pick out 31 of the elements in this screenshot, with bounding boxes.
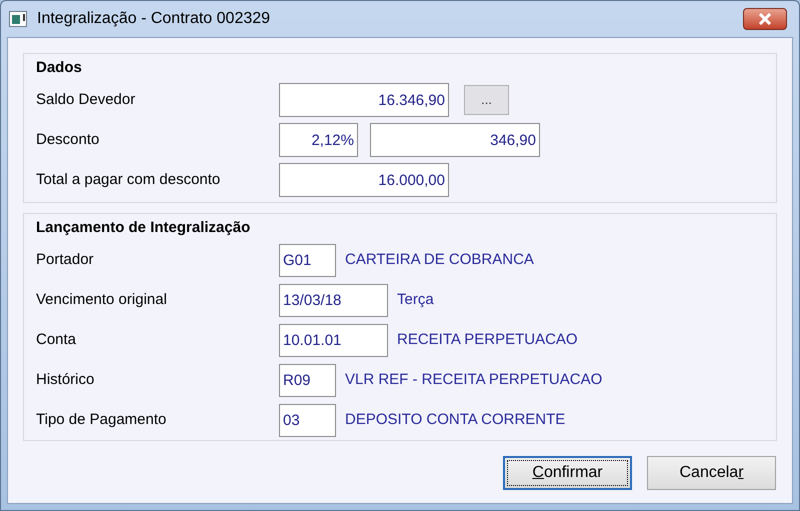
code-field[interactable]: R09 <box>279 364 336 396</box>
description-text: Terça <box>397 290 434 310</box>
dialog-button[interactable]: Confirmar <box>503 456 632 490</box>
group-title: Lançamento de Integralização <box>36 218 252 238</box>
ellipsis-button[interactable]: ... <box>464 85 509 115</box>
code-field[interactable]: G01 <box>279 244 336 276</box>
window-app-icon <box>9 11 29 27</box>
field-label: Portador <box>36 250 95 270</box>
amount-field[interactable]: 16.346,90 <box>279 83 449 117</box>
field-label: Total a pagar com desconto <box>36 170 222 190</box>
code-field[interactable]: 13/03/18 <box>279 284 388 316</box>
field-label: Conta <box>36 330 78 350</box>
close-button[interactable] <box>743 8 787 30</box>
close-icon <box>758 13 772 25</box>
amount-field[interactable]: 2,12% <box>279 123 358 157</box>
field-label: Saldo Devedor <box>36 90 136 110</box>
window-title: Integralização - Contrato 002329 <box>37 9 270 29</box>
amount-field[interactable]: 16.000,00 <box>279 163 449 197</box>
amount-field[interactable]: 346,90 <box>370 123 540 157</box>
field-label: Desconto <box>36 130 100 150</box>
code-field[interactable]: 03 <box>279 404 336 436</box>
field-label: Histórico <box>36 370 96 390</box>
code-field[interactable]: 10.01.01 <box>279 324 388 356</box>
group-title: Dados <box>36 58 83 78</box>
description-text: VLR REF - RECEITA PERPETUACAO <box>345 370 602 390</box>
description-text: RECEITA PERPETUACAO <box>397 330 578 350</box>
field-label: Vencimento original <box>36 290 168 310</box>
description-text: DEPOSITO CONTA CORRENTE <box>345 410 566 430</box>
dialog-button[interactable]: Cancelar <box>647 456 776 490</box>
field-label: Tipo de Pagamento <box>36 410 168 430</box>
description-text: CARTEIRA DE COBRANCA <box>345 250 534 270</box>
